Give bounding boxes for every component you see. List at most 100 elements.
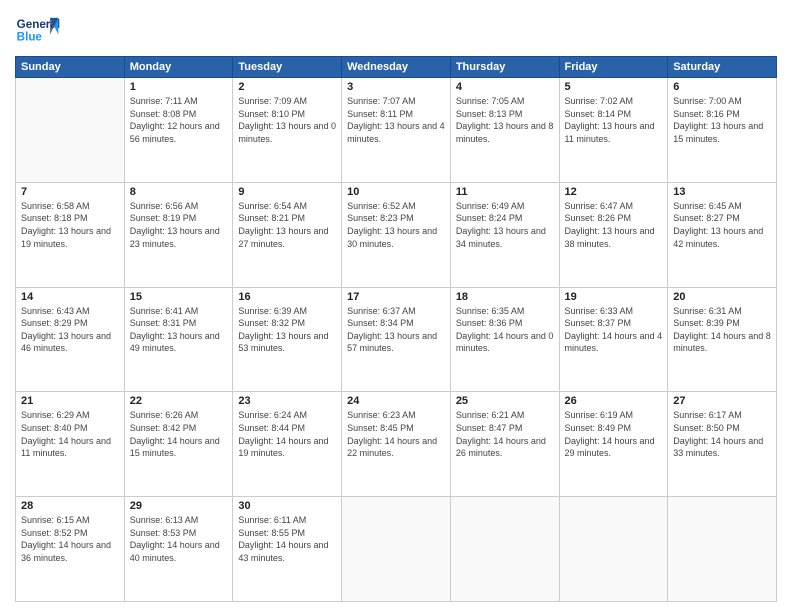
day-info: Sunrise: 6:26 AMSunset: 8:42 PMDaylight:… xyxy=(130,409,228,459)
calendar-cell: 5Sunrise: 7:02 AMSunset: 8:14 PMDaylight… xyxy=(559,78,668,183)
weekday-header-saturday: Saturday xyxy=(668,57,777,78)
calendar-cell xyxy=(450,497,559,602)
day-info: Sunrise: 7:02 AMSunset: 8:14 PMDaylight:… xyxy=(565,95,663,145)
calendar-cell: 19 Sunrise: 6:33 AMSunset: 8:37 PMDayligh… xyxy=(559,287,668,392)
calendar-cell: 16 Sunrise: 6:39 AMSunset: 8:32 PMDayligh… xyxy=(233,287,342,392)
day-info: Sunrise: 6:39 AMSunset: 8:32 PMDaylight:… xyxy=(238,305,336,355)
calendar-cell: 3 Sunrise: 7:07 AMSunset: 8:11 PMDaylight… xyxy=(342,78,451,183)
day-number: 23 xyxy=(238,395,336,407)
calendar-cell: 2Sunrise: 7:09 AMSunset: 8:10 PMDaylight… xyxy=(233,78,342,183)
day-number: 6 xyxy=(673,81,771,93)
calendar: SundayMondayTuesdayWednesdayThursdayFrid… xyxy=(15,56,777,602)
calendar-cell: 17Sunrise: 6:37 AMSunset: 8:34 PMDayligh… xyxy=(342,287,451,392)
day-info: Sunrise: 6:15 AMSunset: 8:52 PMDaylight:… xyxy=(21,514,119,564)
day-number: 15 xyxy=(130,291,228,303)
day-info: Sunrise: 6:29 AMSunset: 8:40 PMDaylight:… xyxy=(21,409,119,459)
calendar-cell: 21Sunrise: 6:29 AMSunset: 8:40 PMDayligh… xyxy=(16,392,125,497)
calendar-cell: 30 Sunrise: 6:11 AMSunset: 8:55 PMDayligh… xyxy=(233,497,342,602)
day-info: Sunrise: 6:33 AMSunset: 8:37 PMDaylight:… xyxy=(565,305,663,355)
calendar-cell: 28Sunrise: 6:15 AMSunset: 8:52 PMDayligh… xyxy=(16,497,125,602)
day-number: 18 xyxy=(456,291,554,303)
day-number: 24 xyxy=(347,395,445,407)
week-row-3: 14Sunrise: 6:43 AMSunset: 8:29 PMDayligh… xyxy=(16,287,777,392)
weekday-header-thursday: Thursday xyxy=(450,57,559,78)
calendar-cell xyxy=(342,497,451,602)
header: General Blue xyxy=(15,10,777,50)
day-number: 16 xyxy=(238,291,336,303)
svg-text:Blue: Blue xyxy=(17,30,43,43)
day-info: Sunrise: 7:05 AMSunset: 8:13 PMDaylight:… xyxy=(456,95,554,145)
calendar-cell: 24Sunrise: 6:23 AMSunset: 8:45 PMDayligh… xyxy=(342,392,451,497)
day-info: Sunrise: 7:00 AMSunset: 8:16 PMDaylight:… xyxy=(673,95,771,145)
calendar-cell: 15 Sunrise: 6:41 AMSunset: 8:31 PMDayligh… xyxy=(124,287,233,392)
calendar-cell: 1Sunrise: 7:11 AMSunset: 8:08 PMDaylight… xyxy=(124,78,233,183)
weekday-header-row: SundayMondayTuesdayWednesdayThursdayFrid… xyxy=(16,57,777,78)
calendar-cell xyxy=(668,497,777,602)
logo: General Blue xyxy=(15,10,65,50)
weekday-header-tuesday: Tuesday xyxy=(233,57,342,78)
day-number: 13 xyxy=(673,186,771,198)
day-number: 12 xyxy=(565,186,663,198)
calendar-table: SundayMondayTuesdayWednesdayThursdayFrid… xyxy=(15,56,777,602)
calendar-cell: 27 Sunrise: 6:17 AMSunset: 8:50 PMDayligh… xyxy=(668,392,777,497)
weekday-header-friday: Friday xyxy=(559,57,668,78)
day-number: 11 xyxy=(456,186,554,198)
calendar-cell: 12 Sunrise: 6:47 AMSunset: 8:26 PMDayligh… xyxy=(559,182,668,287)
day-number: 17 xyxy=(347,291,445,303)
weekday-header-monday: Monday xyxy=(124,57,233,78)
day-number: 27 xyxy=(673,395,771,407)
calendar-cell: 18Sunrise: 6:35 AMSunset: 8:36 PMDayligh… xyxy=(450,287,559,392)
calendar-cell: 9Sunrise: 6:54 AMSunset: 8:21 PMDaylight… xyxy=(233,182,342,287)
calendar-cell: 29Sunrise: 6:13 AMSunset: 8:53 PMDayligh… xyxy=(124,497,233,602)
day-number: 20 xyxy=(673,291,771,303)
day-info: Sunrise: 6:52 AMSunset: 8:23 PMDaylight:… xyxy=(347,200,445,250)
weekday-header-sunday: Sunday xyxy=(16,57,125,78)
day-info: Sunrise: 6:56 AMSunset: 8:19 PMDaylight:… xyxy=(130,200,228,250)
calendar-cell xyxy=(16,78,125,183)
calendar-cell: 20Sunrise: 6:31 AMSunset: 8:39 PMDayligh… xyxy=(668,287,777,392)
day-info: Sunrise: 6:19 AMSunset: 8:49 PMDaylight:… xyxy=(565,409,663,459)
week-row-5: 28Sunrise: 6:15 AMSunset: 8:52 PMDayligh… xyxy=(16,497,777,602)
calendar-cell: 4 Sunrise: 7:05 AMSunset: 8:13 PMDaylight… xyxy=(450,78,559,183)
day-info: Sunrise: 6:43 AMSunset: 8:29 PMDaylight:… xyxy=(21,305,119,355)
day-info: Sunrise: 6:11 AMSunset: 8:55 PMDaylight:… xyxy=(238,514,336,564)
day-number: 4 xyxy=(456,81,554,93)
day-info: Sunrise: 6:21 AMSunset: 8:47 PMDaylight:… xyxy=(456,409,554,459)
day-number: 30 xyxy=(238,500,336,512)
logo-svg: General Blue xyxy=(15,10,65,50)
day-info: Sunrise: 6:24 AMSunset: 8:44 PMDaylight:… xyxy=(238,409,336,459)
day-info: Sunrise: 7:07 AMSunset: 8:11 PMDaylight:… xyxy=(347,95,445,145)
calendar-cell: 22 Sunrise: 6:26 AMSunset: 8:42 PMDayligh… xyxy=(124,392,233,497)
day-number: 10 xyxy=(347,186,445,198)
calendar-cell: 23 Sunrise: 6:24 AMSunset: 8:44 PMDayligh… xyxy=(233,392,342,497)
day-info: Sunrise: 6:17 AMSunset: 8:50 PMDaylight:… xyxy=(673,409,771,459)
calendar-cell: 7 Sunrise: 6:58 AMSunset: 8:18 PMDaylight… xyxy=(16,182,125,287)
calendar-cell: 26 Sunrise: 6:19 AMSunset: 8:49 PMDayligh… xyxy=(559,392,668,497)
day-number: 19 xyxy=(565,291,663,303)
week-row-1: 1Sunrise: 7:11 AMSunset: 8:08 PMDaylight… xyxy=(16,78,777,183)
day-info: Sunrise: 6:49 AMSunset: 8:24 PMDaylight:… xyxy=(456,200,554,250)
calendar-cell: 25Sunrise: 6:21 AMSunset: 8:47 PMDayligh… xyxy=(450,392,559,497)
day-info: Sunrise: 6:47 AMSunset: 8:26 PMDaylight:… xyxy=(565,200,663,250)
day-number: 22 xyxy=(130,395,228,407)
day-info: Sunrise: 6:41 AMSunset: 8:31 PMDaylight:… xyxy=(130,305,228,355)
weekday-header-wednesday: Wednesday xyxy=(342,57,451,78)
calendar-cell: 10 Sunrise: 6:52 AMSunset: 8:23 PMDayligh… xyxy=(342,182,451,287)
calendar-cell: 6 Sunrise: 7:00 AMSunset: 8:16 PMDaylight… xyxy=(668,78,777,183)
day-info: Sunrise: 6:58 AMSunset: 8:18 PMDaylight:… xyxy=(21,200,119,250)
day-number: 3 xyxy=(347,81,445,93)
calendar-cell xyxy=(559,497,668,602)
day-info: Sunrise: 6:45 AMSunset: 8:27 PMDaylight:… xyxy=(673,200,771,250)
day-info: Sunrise: 6:13 AMSunset: 8:53 PMDaylight:… xyxy=(130,514,228,564)
page: General Blue SundayMondayTuesdayWednesda… xyxy=(0,0,792,612)
calendar-cell: 8Sunrise: 6:56 AMSunset: 8:19 PMDaylight… xyxy=(124,182,233,287)
day-info: Sunrise: 7:09 AMSunset: 8:10 PMDaylight:… xyxy=(238,95,336,145)
week-row-4: 21Sunrise: 6:29 AMSunset: 8:40 PMDayligh… xyxy=(16,392,777,497)
day-number: 7 xyxy=(21,186,119,198)
day-number: 26 xyxy=(565,395,663,407)
week-row-2: 7 Sunrise: 6:58 AMSunset: 8:18 PMDaylight… xyxy=(16,182,777,287)
day-info: Sunrise: 6:54 AMSunset: 8:21 PMDaylight:… xyxy=(238,200,336,250)
calendar-cell: 11 Sunrise: 6:49 AMSunset: 8:24 PMDayligh… xyxy=(450,182,559,287)
day-info: Sunrise: 7:11 AMSunset: 8:08 PMDaylight:… xyxy=(130,95,228,145)
calendar-cell: 14Sunrise: 6:43 AMSunset: 8:29 PMDayligh… xyxy=(16,287,125,392)
